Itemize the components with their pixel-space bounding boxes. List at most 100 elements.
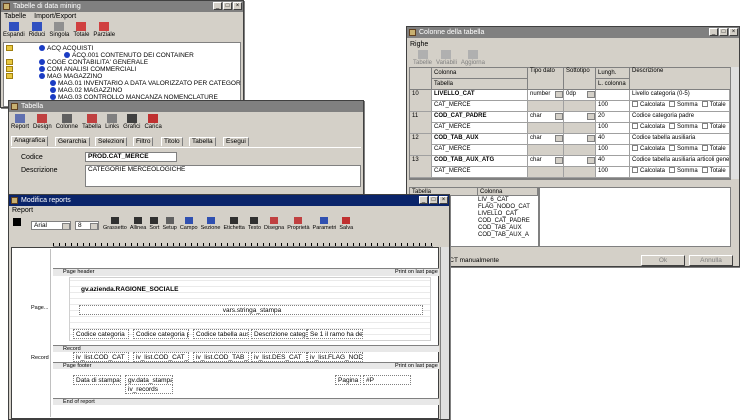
tipo-dato-select[interactable]: char [528,156,564,167]
colonna-cell[interactable]: COD_TAB_AUX [432,134,528,145]
tree-item-acq[interactable]: ACQ ACQUISTI [6,45,93,52]
descrizione-cell[interactable]: Codice tabella ausiliaria [630,134,730,145]
descrizione-cell[interactable]: Codice categoria padre [630,112,730,123]
sottotipo-select[interactable]: 0dp [564,90,596,101]
descrizione-field[interactable]: CATEGORIE MERCEOLOGICHE [85,165,361,187]
checkbox-totale[interactable] [701,167,708,174]
parziale-button[interactable]: Parziale [93,22,115,38]
menu-import-export[interactable]: Import/Export [34,13,76,20]
report-scrollbar[interactable] [440,247,449,419]
tree-item-coge[interactable]: COGE CONTABILITA' GENERALE [6,59,148,66]
colonna-cell[interactable]: LIVELLO_CAT [432,90,528,101]
lungh-cell[interactable]: 40 [596,156,630,167]
maximize-icon[interactable]: □ [719,28,728,36]
records-field[interactable]: iv_records [125,384,173,394]
tab-titolo[interactable]: Titolo [161,137,183,146]
menu-righe[interactable]: Righe [410,41,428,48]
maximize-icon[interactable]: □ [223,2,232,10]
colonne-button[interactable]: Colonne [56,114,78,130]
tabella-cell[interactable]: CAT_MERCE [432,167,528,178]
tipo-dato-select[interactable]: number [528,90,564,101]
colonna-cell[interactable]: COD_TAB_AUX_ATG [432,156,528,167]
tabella-button[interactable]: Tabella [82,114,101,130]
tree-item-acq-001[interactable]: ACQ.001 CONTENUTO DEI CONTAINER [64,52,194,59]
checkbox-somma[interactable] [669,145,676,152]
tool-campo-button[interactable]: Campo [180,217,198,231]
tipo-dato-select[interactable]: char [528,112,564,123]
minimize-icon[interactable]: _ [213,2,222,10]
report-editor-titlebar[interactable]: Modifica reports _ □ × [9,195,449,206]
tab-esegui[interactable]: Esegui [223,137,249,146]
descrizione-cell[interactable]: Livello categoria (0-5) [630,90,730,101]
sottotipo-select[interactable] [564,156,596,167]
pagina-field[interactable]: #P [363,375,411,385]
tree-item-com[interactable]: COM ANALISI COMMERCIALI [6,66,136,73]
totale-button[interactable]: Totale [73,22,89,38]
tool-grassetto-button[interactable]: Grassetto [103,217,127,231]
menu-report[interactable]: Report [12,207,33,214]
lower-list-item[interactable]: COD_CAT_PADRE [478,218,530,225]
sottotipo-select[interactable] [564,112,596,123]
azienda-field[interactable]: gv.azienda.RAGIONE_SOCIALE [79,285,423,295]
tabella-titlebar[interactable]: Tabella [9,101,363,112]
font-size-select[interactable]: 8 [75,221,99,230]
tree-panel[interactable]: ACQ ACQUISTI ACQ.001 CONTENUTO DEI CONTA… [3,42,241,107]
tab-tabella[interactable]: Tabella [189,137,216,146]
tabella-cell[interactable]: CAT_MERCE [432,145,528,156]
minimize-icon[interactable]: _ [419,196,428,204]
aggiorna-button[interactable]: Aggiorna [461,50,485,66]
close-icon[interactable]: × [233,2,242,10]
lower-list-item[interactable]: COD_TAB_AUX_A [478,232,530,239]
checkbox-calcolata[interactable] [632,167,638,174]
record-field[interactable]: iv_list.FLAG_NODC [307,352,363,362]
checkbox-totale[interactable] [701,101,708,108]
l-colonna-cell[interactable]: 100 [596,101,630,112]
font-name-select[interactable]: Arial [31,221,71,230]
tool-sort-button[interactable]: Sort [149,217,159,231]
header-column-label[interactable]: Codice categoria [73,329,129,339]
checkbox-calcolata[interactable] [632,145,638,152]
colonne-titlebar[interactable]: Colonne della tabella _ □ × [407,27,739,38]
l-colonna-cell[interactable]: 100 [596,123,630,134]
checkbox-totale[interactable] [701,123,708,130]
maximize-icon[interactable]: □ [429,196,438,204]
report-button[interactable]: Report [11,114,29,130]
tree-item-mag-01[interactable]: MAG.01 INVENTARIO A DATA VALORIZZATO PER… [50,80,241,87]
lungh-cell[interactable]: 40 [596,134,630,145]
tool-disegna-button[interactable]: Disegna [264,217,284,231]
checkbox-somma[interactable] [669,101,676,108]
grafici-button[interactable]: Grafici [123,114,140,130]
tree-item-mag[interactable]: MAG MAGAZZINO [6,73,102,80]
tabella-cell[interactable]: CAT_MERCE [432,123,528,134]
lower-list-item[interactable]: LIVELLO_CAT [478,211,530,218]
checkbox-somma[interactable] [669,167,676,174]
grid-hscrollbar[interactable] [409,179,731,185]
tabelle-button[interactable]: Tabelle [413,50,432,66]
header-column-label[interactable]: Codice categoria p [133,329,189,339]
espandi-button[interactable]: Espandi [3,22,25,38]
checkbox-calcolata[interactable] [632,101,638,108]
carica-button[interactable]: Carica [144,114,162,130]
menu-tabelle[interactable]: Tabelle [4,13,26,20]
lungh-cell[interactable]: 20 [596,112,630,123]
tool-parametri-button[interactable]: Parametri [313,217,336,231]
tool-propriet-button[interactable]: Proprietà [287,217,310,231]
sottotipo-select[interactable] [564,134,596,145]
singola-button[interactable]: Singola [49,22,69,38]
lower-right-panel[interactable] [539,187,731,247]
header-column-label[interactable]: Descrizione catego [251,329,307,339]
variabili-button[interactable]: Variabili [436,50,457,66]
tool-setup-button[interactable]: Setup [162,217,177,231]
tool-testo-button[interactable]: Testo [248,217,261,231]
tab-gerarchia[interactable]: Gerarchia [55,137,90,146]
record-field[interactable]: iv_list.COD_CAT_P [133,352,189,362]
color-pickers[interactable] [13,218,21,226]
codice-field[interactable]: PROD.CAT_MERCE [85,152,177,162]
close-icon[interactable]: × [439,196,448,204]
tab-anagrafica[interactable]: Anagrafica [11,136,49,146]
close-icon[interactable]: × [729,28,738,36]
tab-filtro[interactable]: Filtro [133,137,154,146]
header-column-label[interactable]: Codice tabella ausi [193,329,249,339]
pagina-label[interactable]: Pagina [335,375,361,385]
checkbox-somma[interactable] [669,123,676,130]
